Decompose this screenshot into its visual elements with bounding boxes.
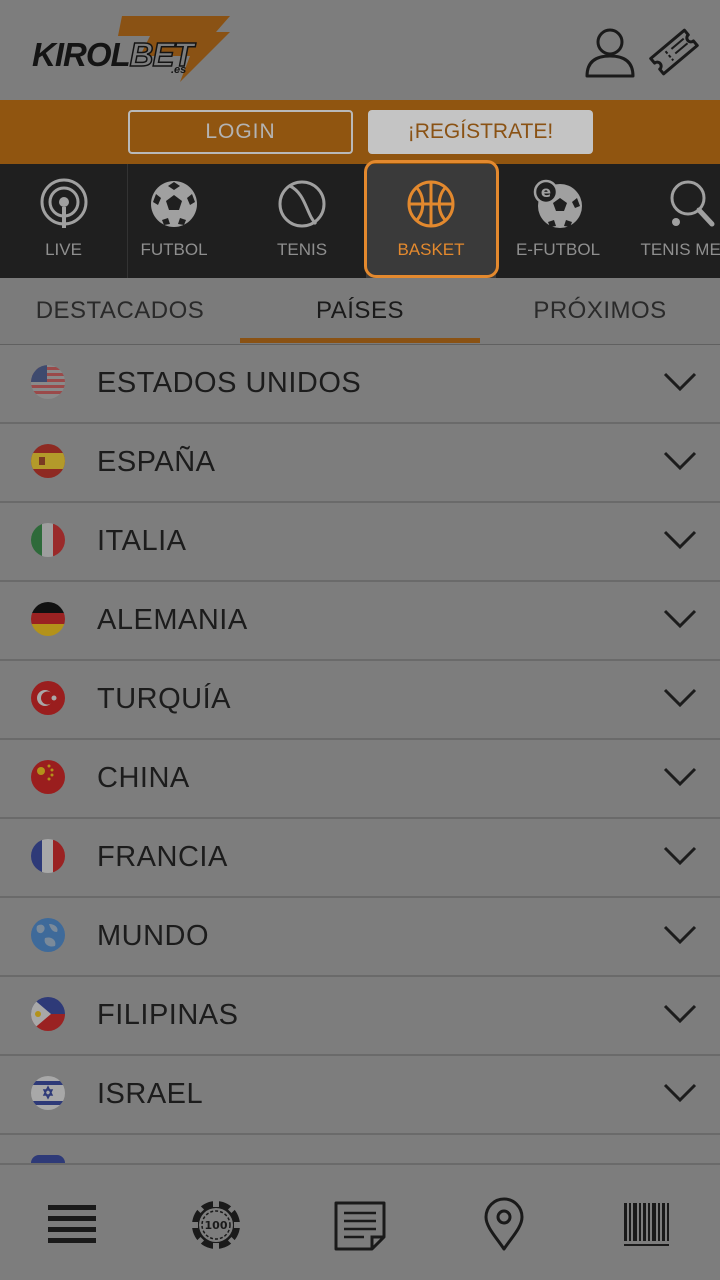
logo-suffix: .es: [171, 64, 187, 76]
auth-bar: LOGIN ¡REGÍSTRATE!: [0, 100, 720, 164]
sport-label: FUTBOL: [140, 240, 208, 259]
country-name: ESTADOS UNIDOS: [97, 367, 362, 399]
kirolbet-logo[interactable]: KIROLBET .es: [30, 14, 240, 89]
register-button[interactable]: ¡REGÍSTRATE!: [368, 110, 593, 154]
bottom-navigation: 100: [0, 1163, 720, 1280]
spain-flag-icon: [31, 444, 65, 478]
tennis-ball-icon: [278, 180, 326, 228]
menu-icon[interactable]: [44, 1197, 100, 1253]
usa-flag-icon: [31, 365, 65, 399]
country-name: MUNDO: [97, 920, 210, 952]
app-header: KIROLBET .es: [0, 0, 720, 100]
section-tabs: DESTACADOS PAÍSES PRÓXIMOS: [0, 278, 720, 344]
tab-destacados[interactable]: DESTACADOS: [0, 278, 240, 344]
sport-tab-live[interactable]: LIVE: [0, 164, 128, 278]
live-broadcast-icon: [40, 178, 87, 228]
casino-chip-icon[interactable]: 100: [188, 1197, 244, 1253]
chevron-down-icon[interactable]: [662, 449, 698, 473]
soccer-ball-icon: [151, 181, 197, 227]
world-globe-icon: [31, 918, 65, 952]
sport-tab-tenis[interactable]: TENIS: [238, 164, 366, 278]
login-button[interactable]: LOGIN: [128, 110, 353, 154]
country-row-espana[interactable]: ESPAÑA: [0, 424, 720, 503]
country-list: ESTADOS UNIDOS ESPAÑA ITALIA ALEMANIA TU…: [0, 345, 720, 1175]
partial-flag-icon: [31, 1155, 65, 1163]
sport-tab-futbol[interactable]: FUTBOL: [110, 164, 238, 278]
chevron-down-icon[interactable]: [662, 686, 698, 710]
tab-proximos[interactable]: PRÓXIMOS: [480, 278, 720, 344]
sport-label: E-FUTBOL: [515, 240, 601, 259]
table-tennis-icon: [670, 180, 715, 227]
country-name: ALEMANIA: [97, 604, 248, 636]
country-row-israel[interactable]: ISRAEL: [0, 1056, 720, 1135]
country-row-turquia[interactable]: TURQUÍA: [0, 661, 720, 740]
sports-bar: LIVE FUTBOL TENIS BASKET e E-FUTBOL TENI…: [0, 164, 720, 278]
germany-flag-icon: [31, 602, 65, 636]
location-pin-icon[interactable]: [476, 1197, 532, 1253]
svg-text:e: e: [541, 183, 551, 201]
ticket-icon[interactable]: [646, 24, 702, 80]
sport-tab-tenis-mesa[interactable]: TENIS MESA: [622, 164, 720, 278]
chevron-down-icon[interactable]: [662, 370, 698, 394]
sport-label: TENIS MESA: [640, 240, 720, 259]
chevron-down-icon[interactable]: [662, 607, 698, 631]
chevron-down-icon[interactable]: [662, 528, 698, 552]
country-row-estados-unidos[interactable]: ESTADOS UNIDOS: [0, 345, 720, 424]
country-row-italia[interactable]: ITALIA: [0, 503, 720, 582]
sport-label: TENIS: [276, 240, 328, 259]
barcode-icon[interactable]: [620, 1197, 676, 1253]
tab-paises[interactable]: PAÍSES: [240, 278, 480, 344]
logo-wordmark: KIROLBET: [32, 35, 194, 74]
logo-text-kirol: KIROL: [32, 36, 131, 73]
sport-tab-e-futbol[interactable]: e E-FUTBOL: [494, 164, 622, 278]
country-row-filipinas[interactable]: FILIPINAS: [0, 977, 720, 1056]
chevron-down-icon[interactable]: [662, 1002, 698, 1026]
country-name: FRANCIA: [97, 841, 228, 873]
philippines-flag-icon: [31, 997, 65, 1031]
sport-label: LIVE: [45, 240, 82, 259]
chevron-down-icon[interactable]: [662, 1081, 698, 1105]
casino-chip-value: 100: [205, 1219, 228, 1232]
china-flag-icon: [31, 760, 65, 794]
country-name: FILIPINAS: [97, 999, 239, 1031]
italy-flag-icon: [31, 523, 65, 557]
country-row-alemania[interactable]: ALEMANIA: [0, 582, 720, 661]
chevron-down-icon[interactable]: [662, 923, 698, 947]
country-name: TURQUÍA: [97, 683, 231, 715]
country-row-china[interactable]: CHINA: [0, 740, 720, 819]
france-flag-icon: [31, 839, 65, 873]
user-icon[interactable]: [582, 24, 638, 80]
country-row-francia[interactable]: FRANCIA: [0, 819, 720, 898]
turkey-flag-icon: [31, 681, 65, 715]
chevron-down-icon[interactable]: [662, 765, 698, 789]
country-name: ESPAÑA: [97, 446, 216, 478]
country-row-mundo[interactable]: MUNDO: [0, 898, 720, 977]
israel-flag-icon: [31, 1076, 65, 1110]
active-tab-indicator: [240, 338, 480, 343]
e-soccer-icon: e: [533, 179, 582, 228]
country-name: CHINA: [97, 762, 190, 794]
bet-slip-icon[interactable]: [332, 1197, 388, 1253]
chevron-down-icon[interactable]: [662, 844, 698, 868]
country-name: ITALIA: [97, 525, 187, 557]
active-sport-highlight: [364, 160, 499, 278]
country-name: ISRAEL: [97, 1078, 204, 1110]
